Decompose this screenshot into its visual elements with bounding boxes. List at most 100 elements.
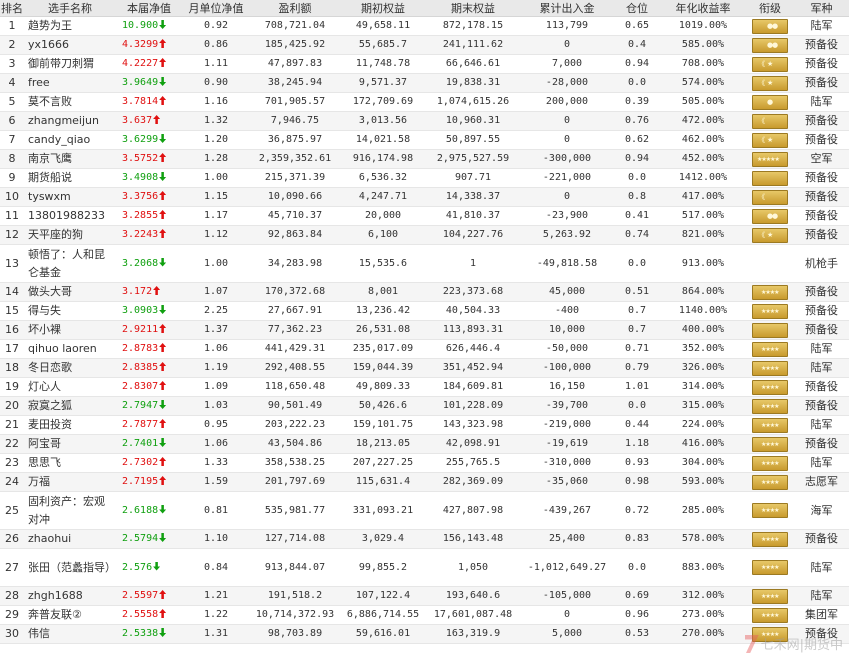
insignia-cell: ★★★★ (746, 548, 794, 587)
net-flow-value: -49,818.58 (520, 244, 614, 283)
player-name-link[interactable]: 趋势为王 (24, 16, 116, 36)
col-header-end-equity[interactable]: 期末权益 (426, 0, 520, 17)
nav-value: 10.900 (116, 16, 182, 36)
profit-value: 98,703.89 (250, 624, 340, 644)
player-name-link[interactable]: tyswxm (24, 187, 116, 207)
annual-return-value: 273.00% (660, 605, 746, 625)
player-name-link[interactable]: 伟信 (24, 624, 116, 644)
rank-chevron-star-badge-icon: 《 ★ (752, 132, 788, 148)
begin-equity-value: 6,886,714.55 (340, 605, 426, 625)
position-value: 0.0 (614, 396, 660, 416)
player-name-link[interactable]: 奔普友联② (24, 605, 116, 625)
end-equity-value: 113,893.31 (426, 320, 520, 340)
col-header-annual-return[interactable]: 年化收益率 (660, 0, 746, 17)
player-name-link[interactable]: 思思飞 (24, 453, 116, 473)
nav-value: 2.7195 (116, 472, 182, 492)
player-name-link[interactable]: zhgh1688 (24, 586, 116, 606)
end-equity-value: 19,838.31 (426, 73, 520, 93)
player-name-link[interactable]: 期货船说 (24, 168, 116, 188)
profit-value: 913,844.07 (250, 548, 340, 587)
monthly-unit-value: 1.17 (182, 206, 250, 226)
player-name-link[interactable]: 天平座的狗 (24, 225, 116, 245)
player-name-link[interactable]: 固利资产：宏观对冲 (24, 491, 116, 530)
col-header-monthly-unit[interactable]: 月单位净值 (182, 0, 250, 17)
player-name-link[interactable]: free (24, 73, 116, 93)
net-flow-value: 16,150 (520, 377, 614, 397)
begin-equity-value: 159,101.75 (340, 415, 426, 435)
table-row: 24 万福 2.7195 1.59 201,797.69 115,631.4 282,369… (0, 472, 849, 492)
end-equity-value: 193,640.6 (426, 586, 520, 606)
player-name-link[interactable]: 麦田投资 (24, 415, 116, 435)
position-value: 0.98 (614, 472, 660, 492)
rank-four-star-badge-icon: ★★★★ (752, 531, 788, 547)
table-row: 22 阿宝哥 2.7401 1.06 43,504.86 18,213.05 42,098.… (0, 434, 849, 454)
player-name-link[interactable]: 灯心人 (24, 377, 116, 397)
profit-value: 708,721.04 (250, 16, 340, 36)
end-equity-value: 66,646.61 (426, 54, 520, 74)
nav-number: 2.5558 (122, 609, 159, 620)
col-header-profit[interactable]: 盈利额 (250, 0, 340, 17)
net-flow-value: -310,000 (520, 453, 614, 473)
col-header-position[interactable]: 仓位 (614, 0, 660, 17)
profit-value: 92,863.84 (250, 225, 340, 245)
player-name-link[interactable]: 做头大哥 (24, 282, 116, 302)
player-name-link[interactable]: 阿宝哥 (24, 434, 116, 454)
table-row: 29 奔普友联② 2.5558 1.22 10,714,372.93 6,886,714.… (0, 605, 849, 625)
table-row: 16 坏小裸 2.9211 1.37 77,362.23 26,531.08 113,893… (0, 320, 849, 340)
player-name-link[interactable]: qihuo laoren (24, 339, 116, 359)
nav-value: 3.9649 (116, 73, 182, 93)
branch-cell: 陆军 (794, 92, 849, 112)
nav-value: 3.5752 (116, 149, 182, 169)
monthly-unit-value: 1.32 (182, 111, 250, 131)
net-flow-value: -105,000 (520, 586, 614, 606)
position-value: 0.0 (614, 548, 660, 587)
player-name-link[interactable]: yx1666 (24, 35, 116, 55)
nav-value: 2.5794 (116, 529, 182, 549)
col-header-name[interactable]: 选手名称 (24, 0, 116, 17)
nav-value: 3.2068 (116, 244, 182, 283)
nav-number: 3.172 (122, 286, 153, 297)
player-name-link[interactable]: 13801988233 (24, 206, 116, 226)
player-name-link[interactable]: zhaohui (24, 529, 116, 549)
col-header-nav[interactable]: 本届净值 (116, 0, 182, 17)
player-name-link[interactable]: 南京飞鹰 (24, 149, 116, 169)
col-header-net-flow[interactable]: 累计出入金 (520, 0, 614, 17)
player-name-link[interactable]: 冬日恋歌 (24, 358, 116, 378)
player-name-link[interactable]: zhangmeijun (24, 111, 116, 131)
net-flow-value: 7,000 (520, 54, 614, 74)
player-name-link[interactable]: 莫不言败 (24, 92, 116, 112)
end-equity-value: 42,098.91 (426, 434, 520, 454)
begin-equity-value: 14,021.58 (340, 130, 426, 150)
rank-four-star-badge-icon: ★★★★ (752, 284, 788, 300)
branch-cell: 预备役 (794, 73, 849, 93)
position-value: 0.94 (614, 149, 660, 169)
begin-equity-value: 59,616.01 (340, 624, 426, 644)
player-name-link[interactable]: 万福 (24, 472, 116, 492)
player-name-link[interactable]: 得与失 (24, 301, 116, 321)
position-value: 0.69 (614, 586, 660, 606)
monthly-unit-value: 1.21 (182, 586, 250, 606)
player-name-link[interactable]: 寂寞之狐 (24, 396, 116, 416)
nav-value: 2.7877 (116, 415, 182, 435)
player-name-link[interactable]: candy_qiao (24, 130, 116, 150)
col-header-rank[interactable]: 排名 (0, 0, 24, 17)
rank-cell: 4 (0, 73, 24, 93)
monthly-unit-value: 1.11 (182, 54, 250, 74)
begin-equity-value: 26,531.08 (340, 320, 426, 340)
col-header-rank-insignia[interactable]: 衔级 (746, 0, 794, 17)
rank-four-star-badge-icon: ★★★★ (752, 303, 788, 319)
col-header-branch[interactable]: 军种 (794, 0, 849, 17)
player-name-link[interactable]: 顿悟了：人和昆仑基金 (24, 244, 116, 283)
annual-return-value: 326.00% (660, 358, 746, 378)
branch-cell: 预备役 (794, 130, 849, 150)
annual-return-value: 1019.00% (660, 16, 746, 36)
begin-equity-value: 4,247.71 (340, 187, 426, 207)
player-name-link[interactable]: 御前带刀刺猬 (24, 54, 116, 74)
profit-value: 10,714,372.93 (250, 605, 340, 625)
col-header-begin-equity[interactable]: 期初权益 (340, 0, 426, 17)
player-name-link[interactable]: 坏小裸 (24, 320, 116, 340)
player-name-link[interactable]: 张田（范蠡指导） (24, 548, 116, 587)
rank-cell: 13 (0, 244, 24, 283)
rank-cell: 8 (0, 149, 24, 169)
monthly-unit-value: 0.95 (182, 415, 250, 435)
